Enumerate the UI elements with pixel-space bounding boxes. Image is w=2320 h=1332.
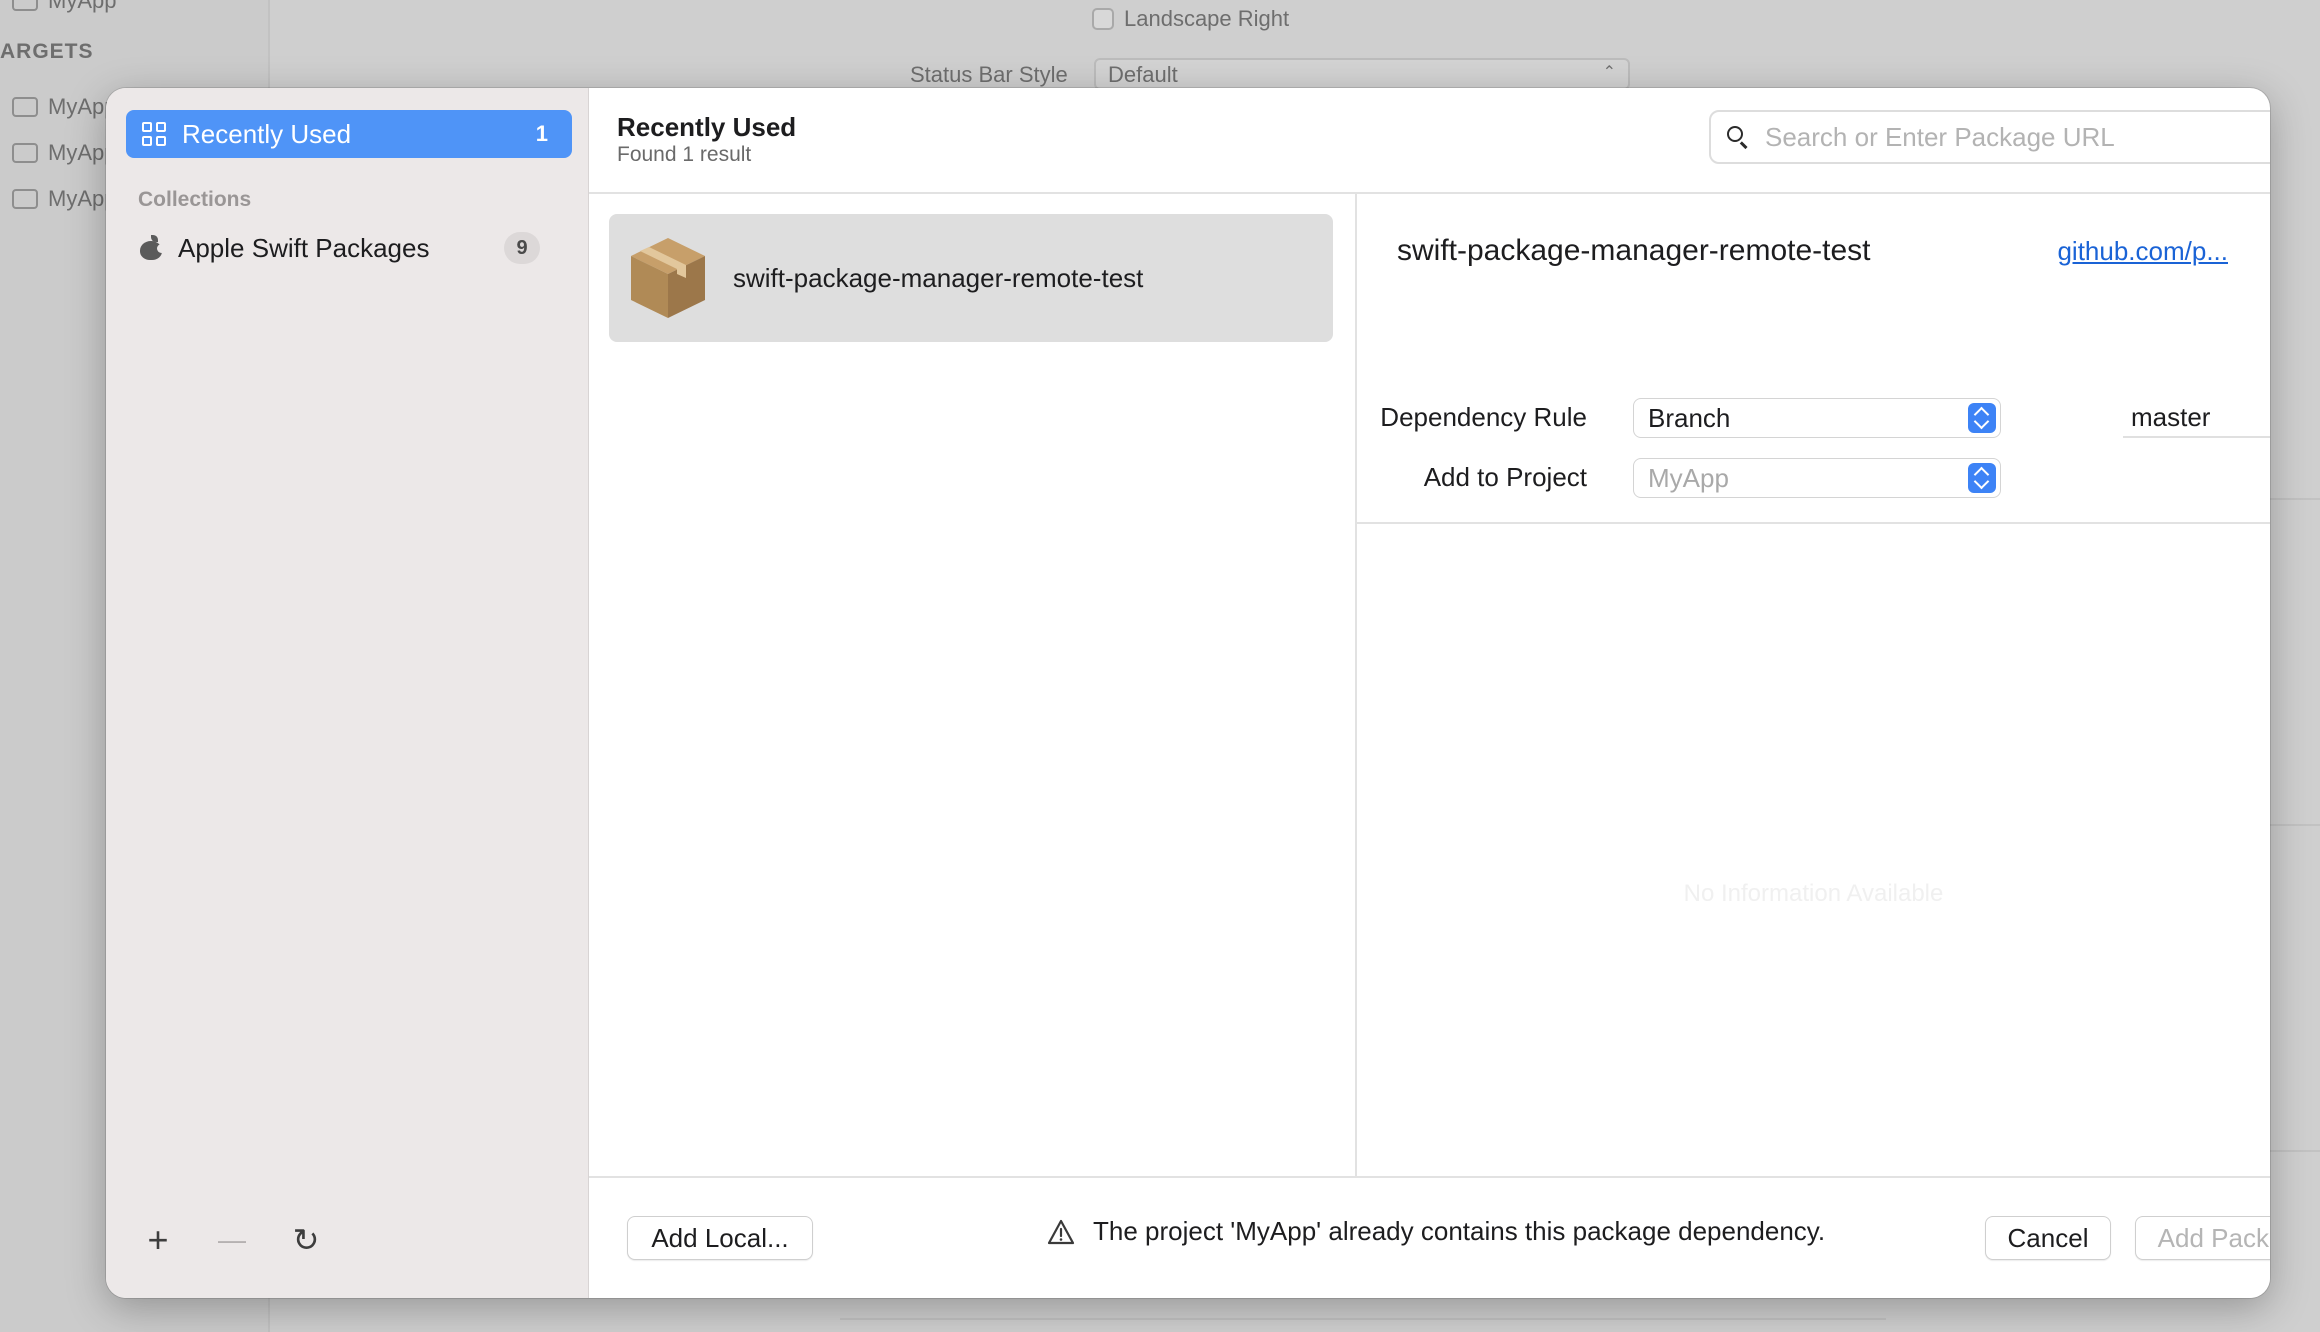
background-item-label: MyApp <box>48 0 117 13</box>
target-icon <box>12 97 38 117</box>
refresh-icon: ↻ <box>292 1222 320 1258</box>
landscape-right-checkbox <box>1092 8 1114 30</box>
status-bar-style-select: Default ⌃ <box>1094 58 1630 90</box>
apple-logo-icon <box>140 235 166 260</box>
sidebar-item-count: 1 <box>535 121 548 146</box>
background-divider <box>2270 498 2320 500</box>
grid-icon <box>142 122 166 146</box>
package-name: swift-package-manager-remote-test <box>733 262 1144 293</box>
background-item-myapp: MyApp <box>12 0 116 14</box>
minus-icon: — <box>218 1224 246 1255</box>
search-input[interactable] <box>1763 120 2270 154</box>
targets-section-label: ARGETS <box>0 40 94 63</box>
branch-name-field[interactable]: master <box>2123 398 2270 438</box>
warning-triangle-icon <box>1047 1219 1075 1244</box>
results-list: swift-package-manager-remote-test <box>589 194 1357 1178</box>
add-to-project-select[interactable]: MyApp <box>1633 458 2001 498</box>
add-to-project-value: MyApp <box>1648 462 1729 493</box>
package-box-icon <box>631 238 705 318</box>
sidebar-item-recently-used[interactable]: Recently Used 1 <box>126 110 572 158</box>
add-local-button[interactable]: Add Local... <box>627 1216 813 1260</box>
add-to-project-label: Add to Project <box>1423 462 1587 492</box>
add-package-sheet: Recently Used 1 Collections Apple Swift … <box>106 88 2270 1298</box>
background-divider <box>2270 1150 2320 1152</box>
warning-text: The project 'MyApp' already contains thi… <box>1093 1216 1826 1246</box>
list-item[interactable]: swift-package-manager-remote-test <box>609 214 1333 342</box>
sidebar-item-count-badge: 9 <box>504 232 540 264</box>
updown-chevron-icon <box>1968 403 1996 433</box>
app-icon <box>12 0 38 11</box>
refresh-collections-button[interactable]: ↻ <box>286 1220 326 1260</box>
landscape-right-option: Landscape Right <box>1092 6 1289 32</box>
warning-message: The project 'MyApp' already contains thi… <box>1047 1216 1825 1247</box>
search-icon <box>1727 126 1749 149</box>
package-search[interactable] <box>1709 110 2270 164</box>
background-divider <box>840 1318 1886 1320</box>
updown-chevron-icon <box>1968 463 1996 493</box>
remove-collection-button[interactable]: — <box>212 1220 252 1260</box>
background-target-1: MyApp <box>12 94 116 120</box>
package-title: swift-package-manager-remote-test <box>1397 234 1871 267</box>
dependency-rule-label: Dependency Rule <box>1380 402 1587 432</box>
background-target-3: MyApp <box>12 186 116 212</box>
status-bar-style-value: Default <box>1108 62 1178 87</box>
target-icon <box>12 143 38 163</box>
results-count: Found 1 result <box>617 143 752 166</box>
add-collection-button[interactable]: + <box>138 1219 178 1260</box>
package-sidebar: Recently Used 1 Collections Apple Swift … <box>106 88 589 1298</box>
divider <box>1357 522 2270 524</box>
sheet-footer: Add Local... The project 'MyApp' already… <box>589 1176 2270 1298</box>
background-divider <box>2270 824 2320 826</box>
sidebar-item-label: Recently Used <box>182 118 352 149</box>
target-icon <box>12 189 38 209</box>
repository-link[interactable]: github.com/p... <box>2057 236 2228 267</box>
empty-state-text: No Information Available <box>1683 880 1944 907</box>
package-detail: swift-package-manager-remote-test github… <box>1357 194 2270 1178</box>
background-target-2: MyApp <box>12 140 116 166</box>
status-bar-style-label: Status Bar Style <box>910 62 1068 87</box>
sidebar-item-apple-swift-packages[interactable]: Apple Swift Packages 9 <box>140 228 572 268</box>
page-title: Recently Used <box>617 112 797 142</box>
cancel-button[interactable]: Cancel <box>1985 1216 2111 1260</box>
sidebar-item-label: Apple Swift Packages <box>178 232 430 263</box>
collections-heading: Collections <box>138 188 252 211</box>
landscape-right-label: Landscape Right <box>1124 6 1290 31</box>
updown-icon: ⌃ <box>1602 64 1616 81</box>
add-package-button[interactable]: Add Package <box>2135 1216 2270 1260</box>
plus-icon: + <box>147 1219 169 1260</box>
dependency-rule-value: Branch <box>1648 402 1731 433</box>
results-header: Recently Used Found 1 result <box>589 88 2270 194</box>
dependency-rule-select[interactable]: Branch <box>1633 398 2001 438</box>
